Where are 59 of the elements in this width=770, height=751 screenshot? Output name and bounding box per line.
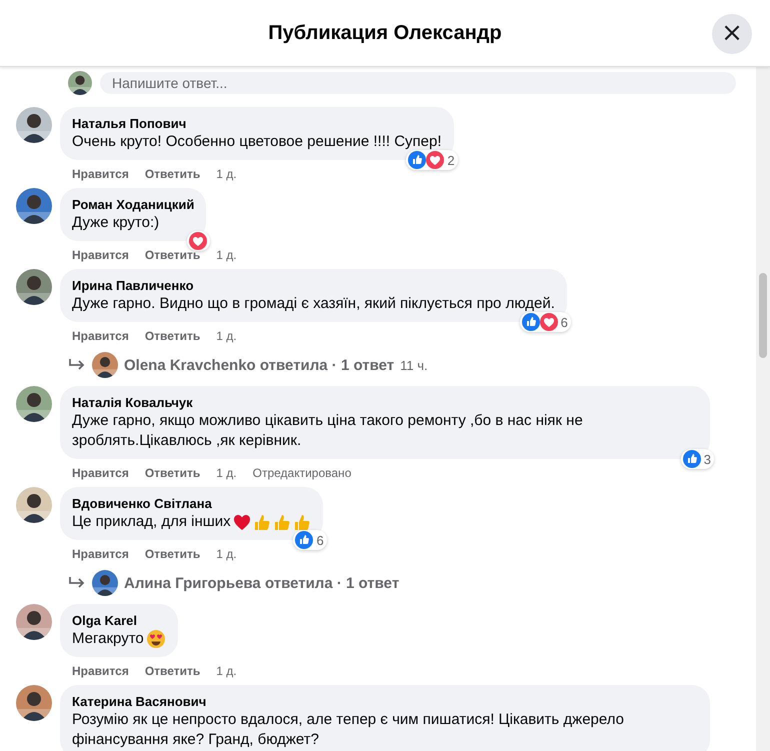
reaction-badge[interactable]: 3 <box>680 449 714 469</box>
like-link[interactable]: Нравится <box>72 664 129 678</box>
comment-time: 1 д. <box>216 248 237 262</box>
comment-author[interactable]: Катерина Васянович <box>72 693 698 710</box>
comment-time: 1 д. <box>216 664 237 678</box>
thumbs-up-icon <box>522 313 540 331</box>
comment-author[interactable]: Olga Karel <box>72 612 166 629</box>
comment-text: Дуже гарно, якщо можливо цікавить ціна такого ремонту ,бо в нас ніяк не зроблять.Цікавлюсь ,як керівник. <box>72 411 584 451</box>
thumbs-up-icon <box>272 513 291 531</box>
comment-text: Дуже гарно. Видно що в громаді є хазяїн, який піклується про людей. <box>72 294 555 314</box>
like-link[interactable]: Нравится <box>72 329 129 343</box>
reply-link[interactable]: Ответить <box>144 664 200 678</box>
reply-link[interactable]: Ответить <box>144 329 200 343</box>
comment-time: 1 д. <box>216 466 237 480</box>
reaction-badge[interactable] <box>187 231 210 251</box>
reply-link[interactable]: Ответить <box>144 167 200 181</box>
comment-text: Це приклад, для інших <box>72 512 231 532</box>
like-link[interactable]: Нравится <box>72 547 129 561</box>
reaction-badge[interactable]: 6 <box>520 312 571 332</box>
comment-text: Очень круто! Особенно цветовое решение !!!! Супер! <box>72 132 442 152</box>
like-link[interactable]: Нравится <box>72 248 129 262</box>
thumbs-up-icon <box>295 531 314 549</box>
comment-text: Розумію як це непросто вдалося, але тепер є чим пишатися! Цікавить джерело фінансування яке? Гранд, бюджет? <box>72 710 625 750</box>
reply-arrow-icon <box>68 358 86 372</box>
reaction-count: 6 <box>560 314 568 330</box>
comment-time: 1 д. <box>216 329 237 343</box>
reply-arrow-icon <box>68 576 86 590</box>
reaction-count: 2 <box>447 152 455 168</box>
comment-text: Мегакруто <box>72 629 144 649</box>
reaction-count: 6 <box>316 532 324 548</box>
thumbs-up-icon <box>408 151 426 169</box>
close-button[interactable]: × <box>712 14 752 54</box>
comment-author[interactable]: Ирина Павличенко <box>72 277 555 294</box>
comment-author[interactable]: Вдовиченко Світлана <box>72 495 311 512</box>
replies-link[interactable]: Olena Kravchenko ответила · 1 ответ <box>124 356 394 374</box>
like-link[interactable]: Нравится <box>72 466 129 480</box>
comment-text: Дуже круто:) <box>72 213 160 233</box>
comment-author[interactable]: Наталья Попович <box>72 115 442 132</box>
like-link[interactable]: Нравится <box>72 167 129 181</box>
comment-time: 1 д. <box>216 167 237 181</box>
thumbs-up-icon <box>292 513 311 531</box>
heart-eyes-emoji-icon <box>146 629 166 649</box>
reaction-badge[interactable]: 2 <box>406 150 458 170</box>
comment-time: 1 д. <box>216 547 237 561</box>
comment-author[interactable]: Наталія Ковальчук <box>72 394 698 411</box>
window-title: Публикация Олександр <box>268 22 502 44</box>
replies-link[interactable]: Алина Григорьева ответила · 1 ответ <box>124 574 400 592</box>
reply-input-field[interactable]: Напишите ответ... <box>100 72 736 94</box>
edited-label: Отредактировано <box>252 466 352 480</box>
reply-link[interactable]: Ответить <box>144 466 200 480</box>
reaction-count: 3 <box>704 452 711 466</box>
reply-link[interactable]: Ответить <box>144 248 200 262</box>
comment-author[interactable]: Роман Ходаницкий <box>72 196 194 213</box>
reaction-badge[interactable]: 6 <box>293 530 327 550</box>
reply-link[interactable]: Ответить <box>144 547 200 561</box>
reply-time: 11 ч. <box>400 358 428 372</box>
thumbs-up-icon <box>252 513 271 531</box>
heart-icon <box>232 514 251 530</box>
thumbs-up-icon <box>682 450 701 468</box>
